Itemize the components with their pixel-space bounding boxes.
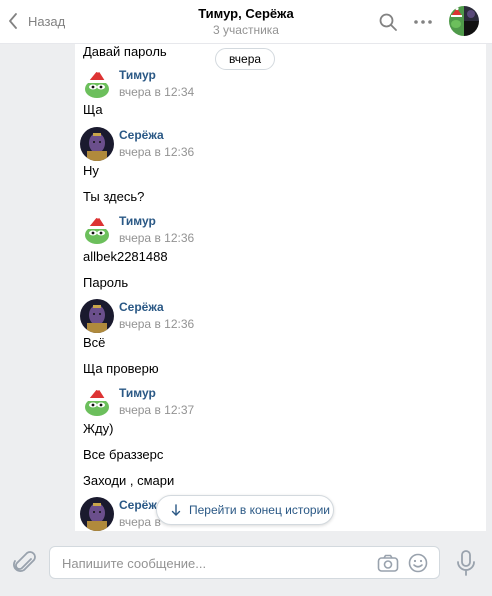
smile-icon[interactable]	[408, 553, 428, 573]
camera-icon[interactable]	[377, 553, 399, 573]
message-text: Ты здесь?	[83, 189, 145, 204]
jump-to-end-label: Перейти в конец истории	[189, 503, 330, 517]
avatar[interactable]	[80, 385, 114, 419]
message-composer	[0, 531, 492, 596]
back-button[interactable]: Назад	[8, 10, 65, 32]
message-time: вчера в 12:34	[119, 85, 195, 99]
message-text: Ну	[83, 163, 99, 178]
message-list[interactable]: вчера Давай пароль Тимур вчера в 12:34 Щ…	[75, 44, 486, 531]
avatar[interactable]	[80, 299, 114, 333]
message-author-block: Серёжа вчера в 12:36	[80, 299, 280, 339]
arrow-down-icon	[171, 504, 181, 516]
microphone-icon[interactable]	[455, 549, 477, 577]
author-name[interactable]: Серёж	[119, 498, 157, 512]
avatar[interactable]	[80, 67, 114, 101]
message-author-block: Серёжа вчера в 12:36	[80, 127, 280, 167]
paperclip-icon[interactable]	[13, 549, 39, 577]
avatar[interactable]	[80, 213, 114, 247]
message-author-block: Тимур вчера в 12:34	[80, 67, 280, 107]
chat-avatar[interactable]	[449, 6, 479, 36]
more-options-icon[interactable]	[413, 14, 433, 30]
message-time: вчера в 12:37	[119, 403, 195, 417]
message-time: вчера в	[119, 515, 161, 529]
jump-to-end-button[interactable]: Перейти в конец истории	[156, 495, 334, 525]
chat-header: Назад Тимур, Серёжа 3 участника	[0, 0, 492, 44]
author-name[interactable]: Тимур	[119, 386, 156, 400]
message-text: Все браззерс	[83, 447, 164, 462]
author-name[interactable]: Серёжа	[119, 300, 164, 314]
search-icon[interactable]	[378, 12, 398, 32]
avatar[interactable]	[80, 127, 114, 161]
author-name[interactable]: Серёжа	[119, 128, 164, 142]
message-text: Всё	[83, 335, 106, 350]
message-text: Ща проверю	[83, 361, 159, 376]
message-time: вчера в 12:36	[119, 231, 195, 245]
message-input-box	[49, 546, 440, 579]
message-time: вчера в 12:36	[119, 145, 195, 159]
message-input[interactable]	[62, 554, 362, 572]
message-time: вчера в 12:36	[119, 317, 195, 331]
chevron-left-icon	[9, 13, 17, 29]
message-text: allbek2281488	[83, 249, 168, 264]
message-text: Заходи , смари	[83, 473, 175, 488]
author-name[interactable]: Тимур	[119, 68, 156, 82]
avatar[interactable]	[80, 497, 114, 531]
author-name[interactable]: Тимур	[119, 214, 156, 228]
message-text: Давай пароль	[83, 44, 167, 59]
message-author-block: Тимур вчера в 12:36	[80, 213, 280, 253]
message-text: Жду)	[83, 421, 114, 436]
message-author-block: Тимур вчера в 12:37	[80, 385, 280, 425]
chat-window: Назад Тимур, Серёжа 3 участника вчера Да…	[0, 0, 492, 596]
message-text: Пароль	[83, 275, 129, 290]
back-label: Назад	[28, 13, 66, 29]
message-text: Ща	[83, 102, 103, 117]
